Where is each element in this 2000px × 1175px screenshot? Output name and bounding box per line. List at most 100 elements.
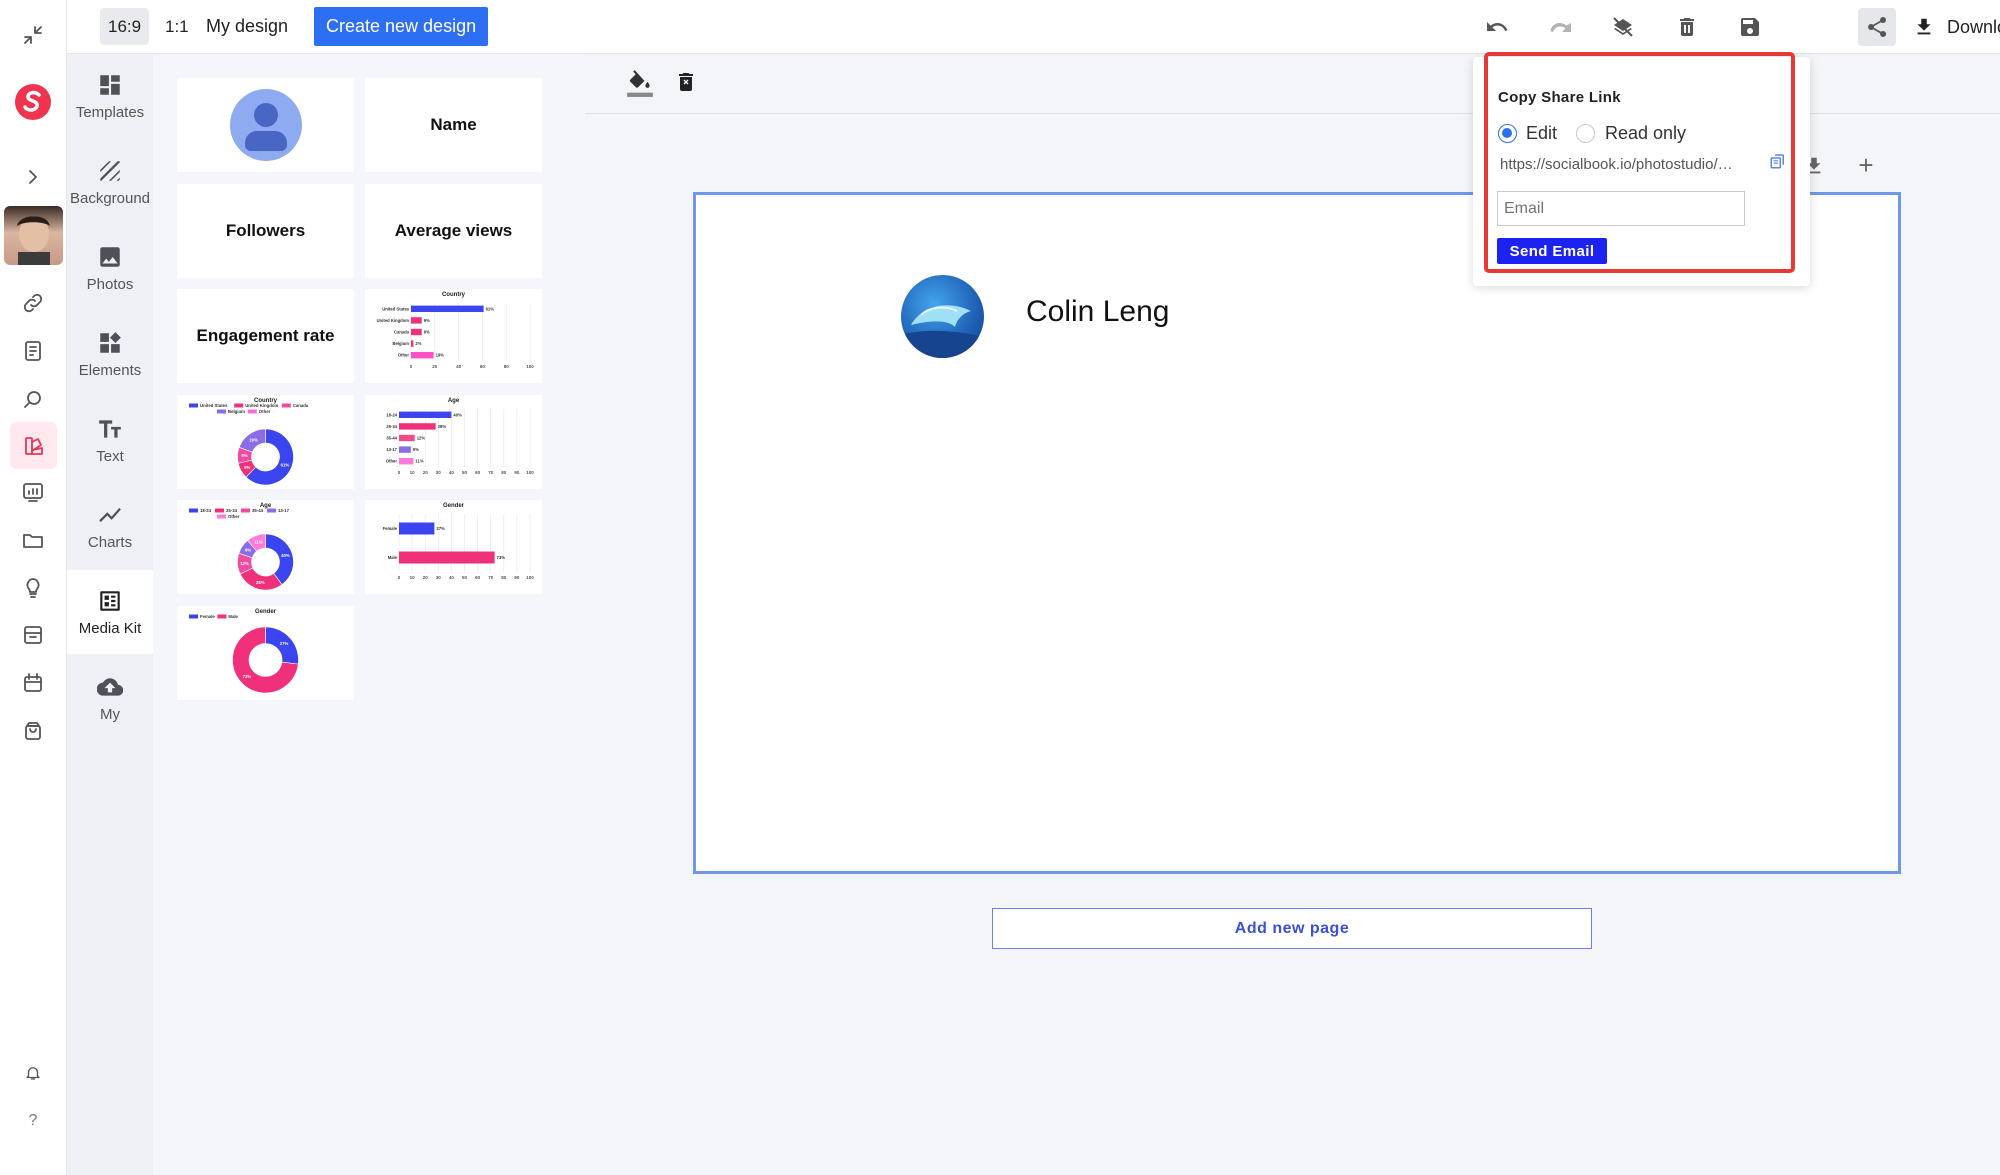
link-icon[interactable] xyxy=(18,288,48,318)
data-label: 9% xyxy=(424,330,430,335)
engagement-rate-card[interactable]: Engagement rate xyxy=(177,289,354,383)
age-donut-card[interactable]: Age 18-24 25-34 35-44 13-17 Other 40% 28% 12% 9%… xyxy=(177,500,354,594)
category-label: Belgium xyxy=(392,341,409,346)
tool-background[interactable]: Background xyxy=(67,140,153,224)
layers-off-icon[interactable] xyxy=(1606,10,1640,44)
legend-swatch xyxy=(189,508,198,513)
tick-label: 50 xyxy=(462,575,468,580)
help-icon[interactable]: ? xyxy=(18,1106,48,1136)
category-label: Male xyxy=(388,555,398,560)
category-label: Canada xyxy=(394,330,410,335)
cloud-upload-icon xyxy=(97,677,123,696)
tool-text[interactable]: Text xyxy=(67,398,153,482)
redo-icon[interactable] xyxy=(1543,10,1577,44)
folder-icon[interactable] xyxy=(18,525,48,555)
tool-label: Photos xyxy=(86,275,134,293)
ratio-1-1-button[interactable]: 1:1 xyxy=(157,8,197,45)
tick-label: 10 xyxy=(410,470,416,475)
store-icon[interactable] xyxy=(18,620,48,650)
tool-charts[interactable]: Charts xyxy=(67,484,153,568)
tool-column: Templates Background Photos Elements Tex… xyxy=(67,54,153,1175)
download-button[interactable]: Download xyxy=(1913,10,2000,44)
slice-label: 11% xyxy=(254,540,263,545)
ratio-16-9-button[interactable]: 16:9 xyxy=(100,8,150,45)
data-label: 12% xyxy=(417,436,426,441)
data-label: 11% xyxy=(415,459,423,464)
tool-label: Media Kit xyxy=(78,619,142,637)
edit-radio-label[interactable]: Edit xyxy=(1526,123,1557,144)
shopping-bag-icon[interactable] xyxy=(18,716,48,746)
country-donut-card[interactable]: Country United States United Kingdom Canad… xyxy=(177,395,354,489)
tick-label: 60 xyxy=(480,364,486,369)
age-bar-card[interactable]: Age 0 10 20 30 40 50 60 70 80 90 100 18-24 40% 25-34 2… xyxy=(365,395,542,489)
page-delete-icon[interactable] xyxy=(674,70,698,96)
profile-avatar[interactable] xyxy=(901,275,984,358)
tool-my[interactable]: My xyxy=(67,656,153,740)
profile-name-text[interactable]: Colin Leng xyxy=(1026,295,1169,329)
tool-elements[interactable]: Elements xyxy=(67,312,153,396)
category-label: United States xyxy=(382,306,409,311)
tool-label: Charts xyxy=(87,533,133,551)
undo-icon[interactable] xyxy=(1480,10,1514,44)
email-input[interactable] xyxy=(1497,191,1745,226)
add-page-plus-icon[interactable]: + xyxy=(1855,152,1877,178)
edit-radio[interactable] xyxy=(1498,124,1517,143)
bar xyxy=(399,434,415,442)
download-label: Download xyxy=(1947,16,2000,37)
tick-label: 90 xyxy=(514,575,520,580)
analytics-icon[interactable] xyxy=(18,477,48,507)
expand-chevron-icon[interactable] xyxy=(18,162,48,192)
user-avatar[interactable] xyxy=(4,206,63,265)
my-design-link[interactable]: My design xyxy=(206,8,288,45)
tick-label: 90 xyxy=(514,470,520,475)
tool-media-kit[interactable]: Media Kit xyxy=(67,570,153,654)
copy-icon[interactable] xyxy=(1769,152,1787,170)
bar xyxy=(399,446,411,453)
slice-label: 73% xyxy=(243,674,252,679)
media-kit-panel: Name Followers Average views Engagement … xyxy=(153,54,585,1175)
category-label: Other xyxy=(398,353,410,358)
country-donut-chart: United States United Kingdom Canada Belgium… xyxy=(189,403,309,486)
bar xyxy=(399,522,435,535)
tool-templates[interactable]: Templates xyxy=(67,54,153,138)
read-only-radio-label[interactable]: Read only xyxy=(1605,123,1686,144)
paint-bucket-icon[interactable] xyxy=(627,68,653,98)
bar xyxy=(399,423,436,430)
photo-icon xyxy=(100,246,120,267)
tool-photos[interactable]: Photos xyxy=(67,226,153,310)
document-icon[interactable] xyxy=(18,336,48,366)
tick-label: 20 xyxy=(432,364,438,369)
share-url-text[interactable]: https://socialbook.io/photostudio/design… xyxy=(1500,156,1738,173)
socialbook-logo[interactable] xyxy=(13,82,53,122)
tick-label: 70 xyxy=(488,470,494,475)
search-chat-icon[interactable] xyxy=(18,384,48,414)
tick-label: 0 xyxy=(398,575,401,580)
collapse-icon[interactable] xyxy=(18,20,48,50)
category-label: United Kingdom xyxy=(377,318,410,323)
legend-swatch xyxy=(241,508,250,513)
download-icon xyxy=(1917,18,1931,35)
delete-icon[interactable] xyxy=(1670,10,1704,44)
add-new-page-button[interactable]: Add new page xyxy=(992,908,1592,949)
country-bar-card[interactable]: Country 0 20 40 60 80 100 United States 61% Unit… xyxy=(365,289,542,383)
save-icon[interactable] xyxy=(1733,10,1767,44)
age-bar-chart: 0 10 20 30 40 50 60 70 80 90 100 18-24 40% 25-34 28% 35… xyxy=(386,409,534,475)
average-views-card[interactable]: Average views xyxy=(365,184,542,278)
gender-donut-card[interactable]: Gender Female Male 27% 73% xyxy=(177,606,354,700)
create-new-design-button[interactable]: Create new design xyxy=(314,7,489,46)
slice-label: 9% xyxy=(244,465,250,470)
calendar-icon[interactable] xyxy=(18,668,48,698)
design-page[interactable]: Colin Leng xyxy=(693,192,1901,874)
tick-label: 100 xyxy=(526,364,534,369)
bell-icon[interactable] xyxy=(18,1058,48,1088)
slice-label: 40% xyxy=(281,553,290,558)
send-email-button[interactable]: Send Email xyxy=(1497,238,1607,264)
design-studio-icon[interactable] xyxy=(10,422,57,469)
followers-card[interactable]: Followers xyxy=(177,184,354,278)
read-only-radio[interactable] xyxy=(1576,124,1595,143)
avatar-card[interactable] xyxy=(177,78,354,172)
share-icon[interactable] xyxy=(1858,8,1896,46)
gender-bar-card[interactable]: Gender 0 10 20 30 40 50 60 70 80 90 100 Female 27% Ma… xyxy=(365,500,542,594)
name-card[interactable]: Name xyxy=(365,78,542,172)
idea-icon[interactable] xyxy=(18,573,48,603)
